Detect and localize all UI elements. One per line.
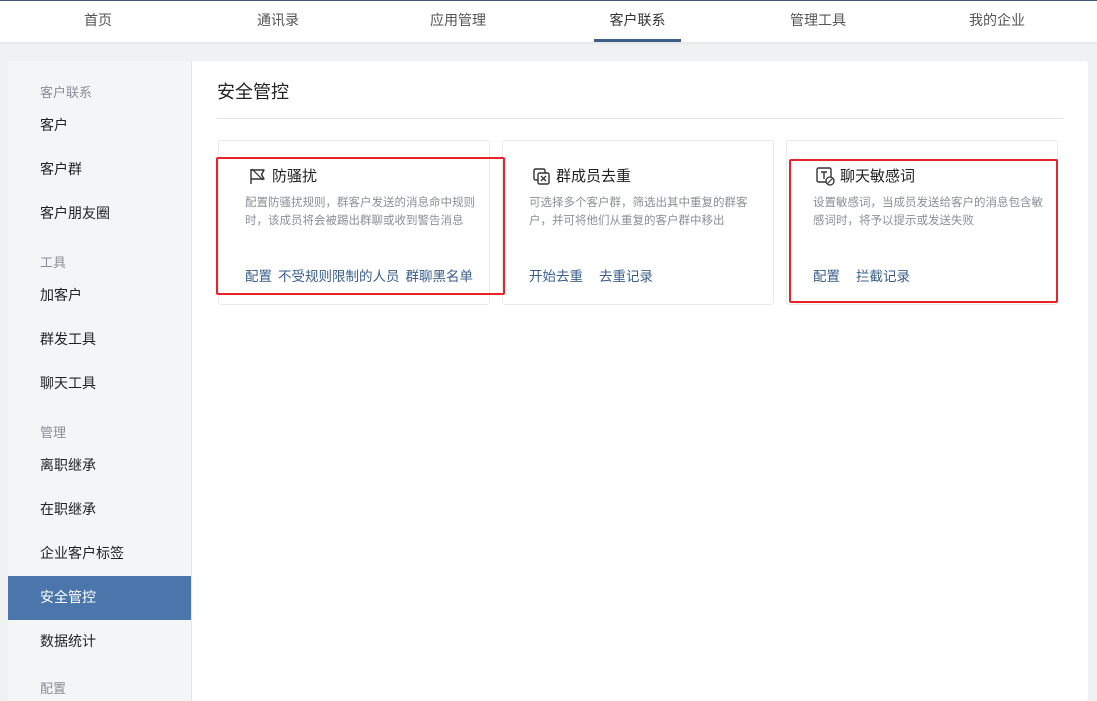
card-sensitive-words: 聊天敏感词 设置敏感词，当成员发送给客户的消息包含敏感词时，将予以提示或发送失败… — [786, 140, 1058, 305]
sidebar-group-management: 管理 — [40, 426, 67, 441]
card-anti-harassment: 防骚扰 配置防骚扰规则，群客户发送的消息命中规则时，该成员将会被踢出群聊或收到警… — [218, 140, 490, 305]
sidebar-item-onjob-inherit[interactable]: 在职继承 — [8, 488, 191, 532]
sensitive-word-icon — [816, 167, 835, 186]
tab-my-enterprise[interactable]: 我的企业 — [954, 1, 1040, 42]
card-description: 可选择多个客户群，筛选出其中重复的群客户，并可将他们从重复的客户群中移出 — [529, 195, 748, 227]
sidebar-item-chat-tools[interactable]: 聊天工具 — [8, 362, 191, 406]
card-description: 设置敏感词，当成员发送给客户的消息包含敏感词时，将予以提示或发送失败 — [813, 195, 1043, 227]
page-title: 安全管控 — [217, 82, 289, 103]
tab-contacts[interactable]: 通讯录 — [242, 1, 314, 42]
sidebar-item-add-customer[interactable]: 加客户 — [8, 274, 191, 318]
card-actions: 配置 不受规则限制的人员 群聊黑名单 — [245, 265, 479, 285]
tab-home[interactable]: 首页 — [62, 1, 134, 42]
card-actions: 开始去重 去重记录 — [529, 265, 669, 285]
group-blacklist-link[interactable]: 群聊黑名单 — [406, 269, 474, 285]
tab-app-management[interactable]: 应用管理 — [415, 1, 501, 42]
start-dedupe-link[interactable]: 开始去重 — [529, 269, 583, 285]
card-description: 配置防骚扰规则，群客户发送的消息命中规则时，该成员将会被踢出群聊或收到警告消息 — [245, 195, 475, 227]
sidebar-item-resign-inherit[interactable]: 离职继承 — [8, 444, 191, 488]
sidebar-item-security-control[interactable]: 安全管控 — [8, 576, 191, 620]
dedupe-records-link[interactable]: 去重记录 — [599, 269, 653, 285]
sidebar-item-customer-tags[interactable]: 企业客户标签 — [8, 532, 191, 576]
sidebar-item-mass-send[interactable]: 群发工具 — [8, 318, 191, 362]
sidebar-item-data-statistics[interactable]: 数据统计 — [8, 620, 191, 664]
exempt-members-link[interactable]: 不受规则限制的人员 — [278, 269, 400, 285]
title-divider — [217, 118, 1063, 119]
dedupe-icon — [533, 168, 550, 185]
sidebar: 客户联系 客户 客户群 客户朋友圈 工具 加客户 群发工具 聊天工具 管理 离职… — [8, 61, 192, 701]
main-panel: 客户联系 客户 客户群 客户朋友圈 工具 加客户 群发工具 聊天工具 管理 离职… — [8, 61, 1088, 701]
card-actions: 配置 拦截记录 — [813, 265, 926, 285]
sidebar-group-tools: 工具 — [40, 256, 67, 271]
sidebar-item-moments[interactable]: 客户朋友圈 — [8, 192, 191, 236]
tab-customer-contact[interactable]: 客户联系 — [594, 1, 681, 42]
sidebar-group-config: 配置 — [40, 682, 67, 697]
card-member-dedupe: 群成员去重 可选择多个客户群，筛选出其中重复的群客户，并可将他们从重复的客户群中… — [502, 140, 774, 305]
configure-link[interactable]: 配置 — [245, 269, 272, 285]
flag-icon — [250, 168, 265, 184]
sidebar-item-customers[interactable]: 客户 — [8, 104, 191, 148]
top-navigation: 首页 通讯录 应用管理 客户联系 管理工具 我的企业 — [0, 0, 1097, 42]
sidebar-item-customer-groups[interactable]: 客户群 — [8, 148, 191, 192]
card-title: 防骚扰 — [272, 167, 318, 185]
tab-management-tools[interactable]: 管理工具 — [775, 1, 861, 42]
content-area: 安全管控 防骚扰 配置防骚扰规则，群客户发送的消息命中规则时，该成员将会被踢出群… — [193, 61, 1088, 701]
configure-link[interactable]: 配置 — [813, 269, 840, 285]
card-title: 群成员去重 — [556, 167, 632, 185]
sidebar-group-customer-contact: 客户联系 — [40, 86, 93, 101]
intercept-records-link[interactable]: 拦截记录 — [856, 269, 910, 285]
card-title: 聊天敏感词 — [840, 167, 916, 185]
